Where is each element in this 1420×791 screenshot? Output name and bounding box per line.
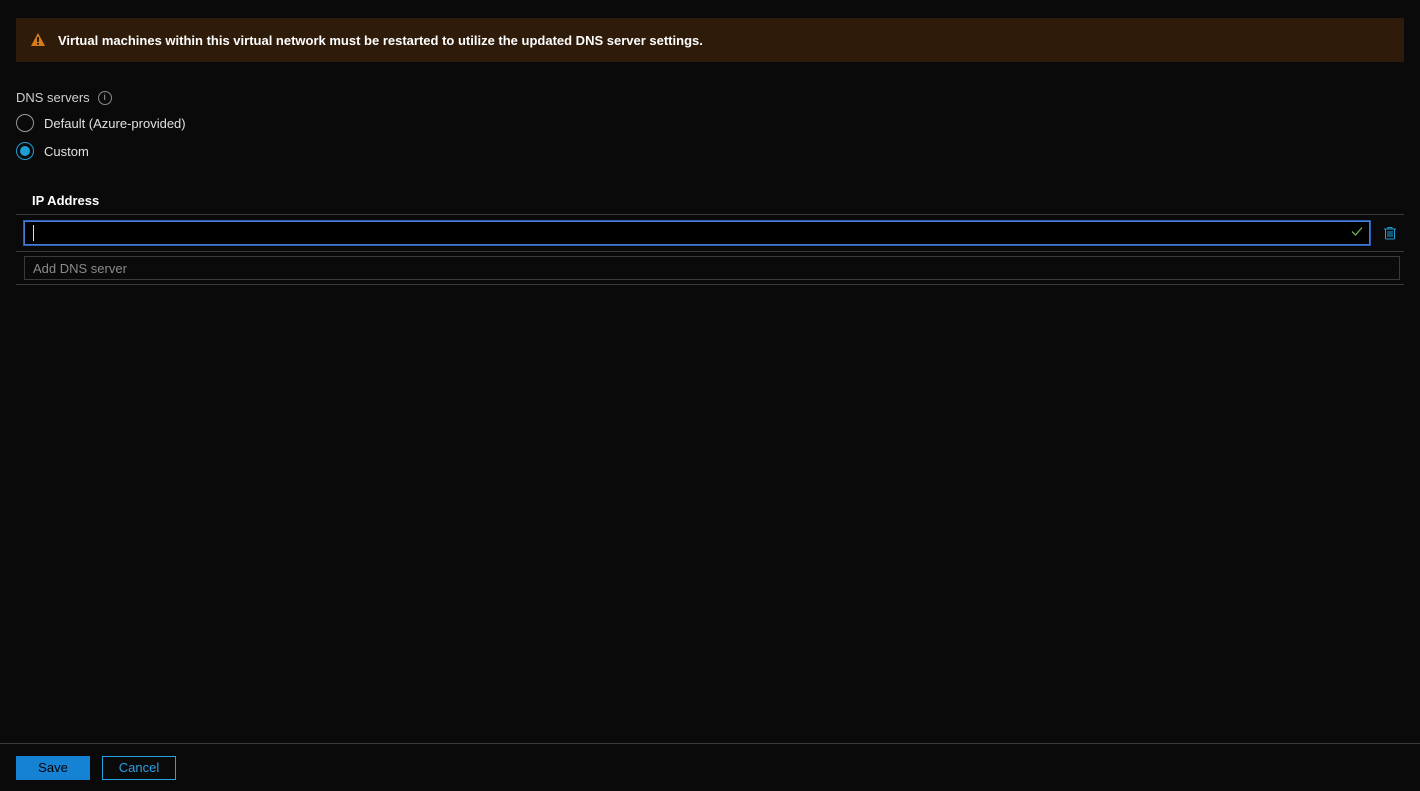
dns-server-input-wrap [24, 221, 1370, 245]
radio-icon [16, 142, 34, 160]
add-dns-server-row [16, 252, 1404, 284]
add-dns-server-input[interactable] [24, 256, 1400, 280]
dns-server-input[interactable] [24, 221, 1370, 245]
dns-servers-label: DNS servers [16, 90, 90, 105]
dns-option-default-label: Default (Azure-provided) [44, 116, 186, 131]
radio-icon [16, 114, 34, 132]
dns-rows [16, 214, 1404, 285]
dns-option-custom[interactable]: Custom [16, 139, 1404, 163]
cancel-button[interactable]: Cancel [102, 756, 176, 780]
save-button[interactable]: Save [16, 756, 90, 780]
dns-servers-label-row: DNS servers i [16, 90, 1404, 105]
ip-address-column-header: IP Address [32, 193, 1404, 208]
warning-banner: Virtual machines within this virtual net… [16, 18, 1404, 62]
dns-option-custom-label: Custom [44, 144, 89, 159]
warning-icon [30, 32, 46, 48]
info-icon[interactable]: i [98, 91, 112, 105]
dns-option-default[interactable]: Default (Azure-provided) [16, 111, 1404, 135]
delete-dns-row-button[interactable] [1380, 223, 1400, 243]
warning-message: Virtual machines within this virtual net… [58, 33, 703, 48]
footer-bar: Save Cancel [0, 743, 1420, 791]
dns-server-row [16, 215, 1404, 252]
